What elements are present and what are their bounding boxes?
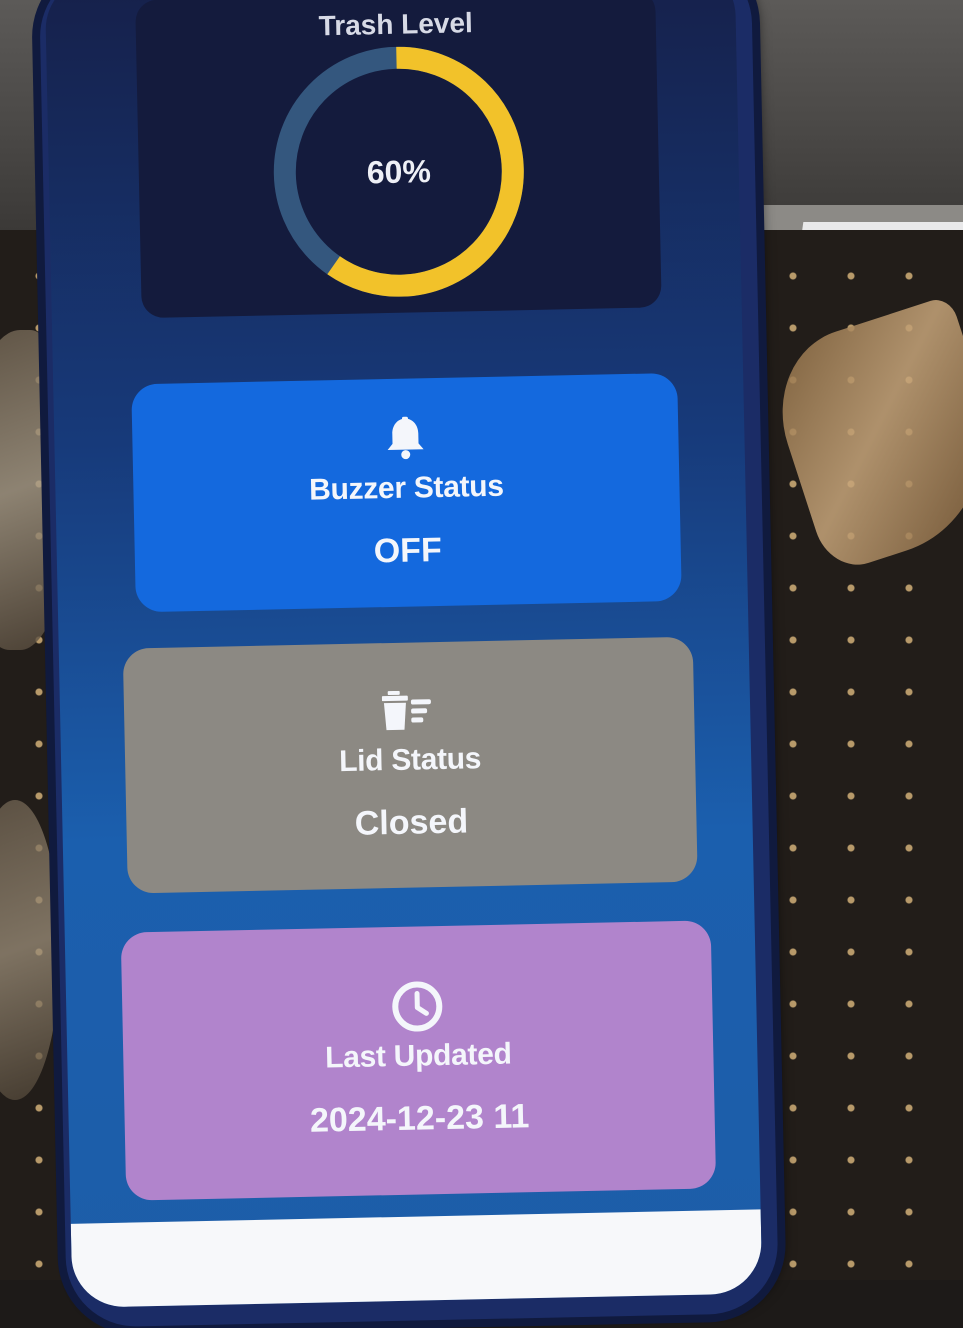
bottom-navigation-bar: [70, 1209, 763, 1308]
trash-level-gauge: 60%: [261, 44, 536, 300]
trash-level-percent: 60%: [366, 152, 432, 190]
last-updated-value: 2024-12-23 11: [309, 1096, 530, 1140]
buzzer-status-label: Buzzer Status: [308, 469, 504, 507]
lid-status-value: Closed: [354, 802, 469, 843]
buzzer-status-value: OFF: [373, 530, 443, 570]
trash-level-title: Trash Level: [318, 7, 474, 42]
lid-status-label: Lid Status: [338, 742, 482, 779]
last-updated-card: Last Updated 2024-12-23 11: [120, 920, 717, 1201]
bell-icon: [385, 415, 426, 462]
trash-level-card: Trash Level 60%: [135, 0, 662, 319]
trash-bin-icon: [381, 687, 437, 734]
buzzer-status-card: Buzzer Status OFF: [131, 372, 682, 613]
app-screen: Trash Level 60% Buzzer Status OFF Lid St…: [44, 0, 763, 1308]
last-updated-label: Last Updated: [324, 1037, 512, 1074]
lid-status-card: Lid Status Closed: [122, 636, 698, 894]
clock-icon: [391, 981, 444, 1032]
